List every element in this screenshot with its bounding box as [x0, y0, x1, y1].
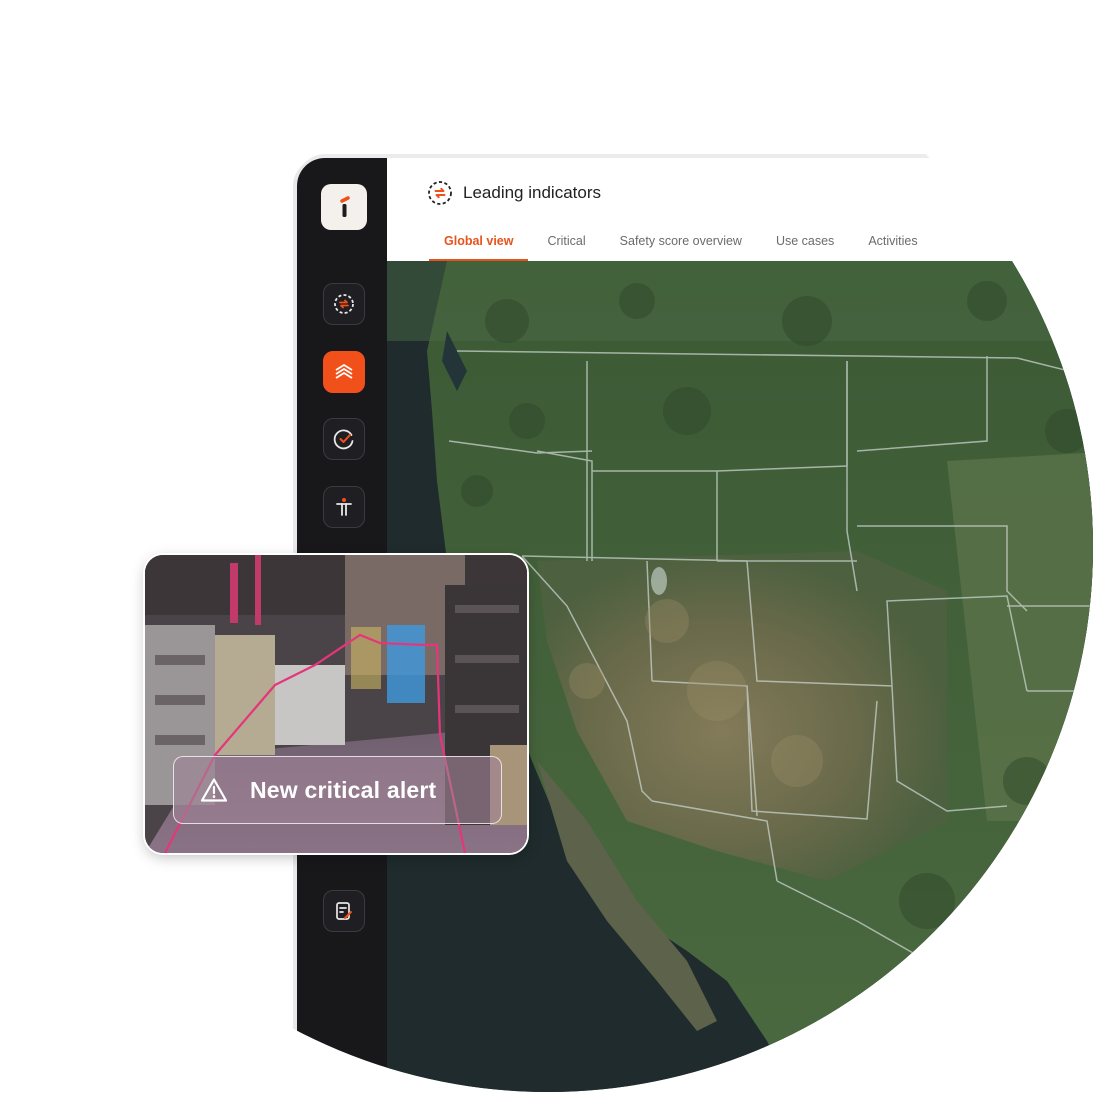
tab-bar: Global view Critical Safety score overvi…	[427, 234, 935, 261]
leading-indicators-icon	[334, 294, 354, 314]
logo-icon	[340, 196, 350, 217]
tab-safety-score-overview[interactable]: Safety score overview	[603, 234, 759, 261]
sidebar-item-leading-indicators[interactable]	[323, 283, 365, 325]
title-row: Leading indicators	[427, 180, 601, 206]
warning-icon	[200, 778, 228, 802]
tab-activities[interactable]: Activities	[851, 234, 934, 261]
critical-alert-banner[interactable]: New critical alert	[173, 756, 502, 824]
tab-use-cases[interactable]: Use cases	[759, 234, 851, 261]
sidebar-item-layers[interactable]	[323, 351, 365, 393]
alert-text: New critical alert	[250, 776, 437, 803]
person-icon	[336, 498, 352, 516]
app-logo[interactable]	[321, 184, 367, 230]
report-edit-icon	[336, 902, 352, 920]
page-header: Leading indicators Global view Critical …	[387, 158, 1093, 261]
page-title: Leading indicators	[463, 183, 601, 202]
leading-indicators-title-icon	[428, 181, 452, 205]
check-circle-icon	[333, 429, 354, 450]
sidebar-item-reports[interactable]	[323, 890, 365, 932]
sidebar-item-tasks[interactable]	[323, 418, 365, 460]
tab-global-view[interactable]: Global view	[427, 234, 530, 261]
layers-icon	[335, 364, 353, 379]
camera-feed-card[interactable]: New critical alert	[145, 555, 527, 853]
tab-critical[interactable]: Critical	[530, 234, 602, 261]
sidebar-item-people[interactable]	[323, 486, 365, 528]
circular-frame: Leading indicators Global view Critical …	[3, 2, 1093, 1092]
